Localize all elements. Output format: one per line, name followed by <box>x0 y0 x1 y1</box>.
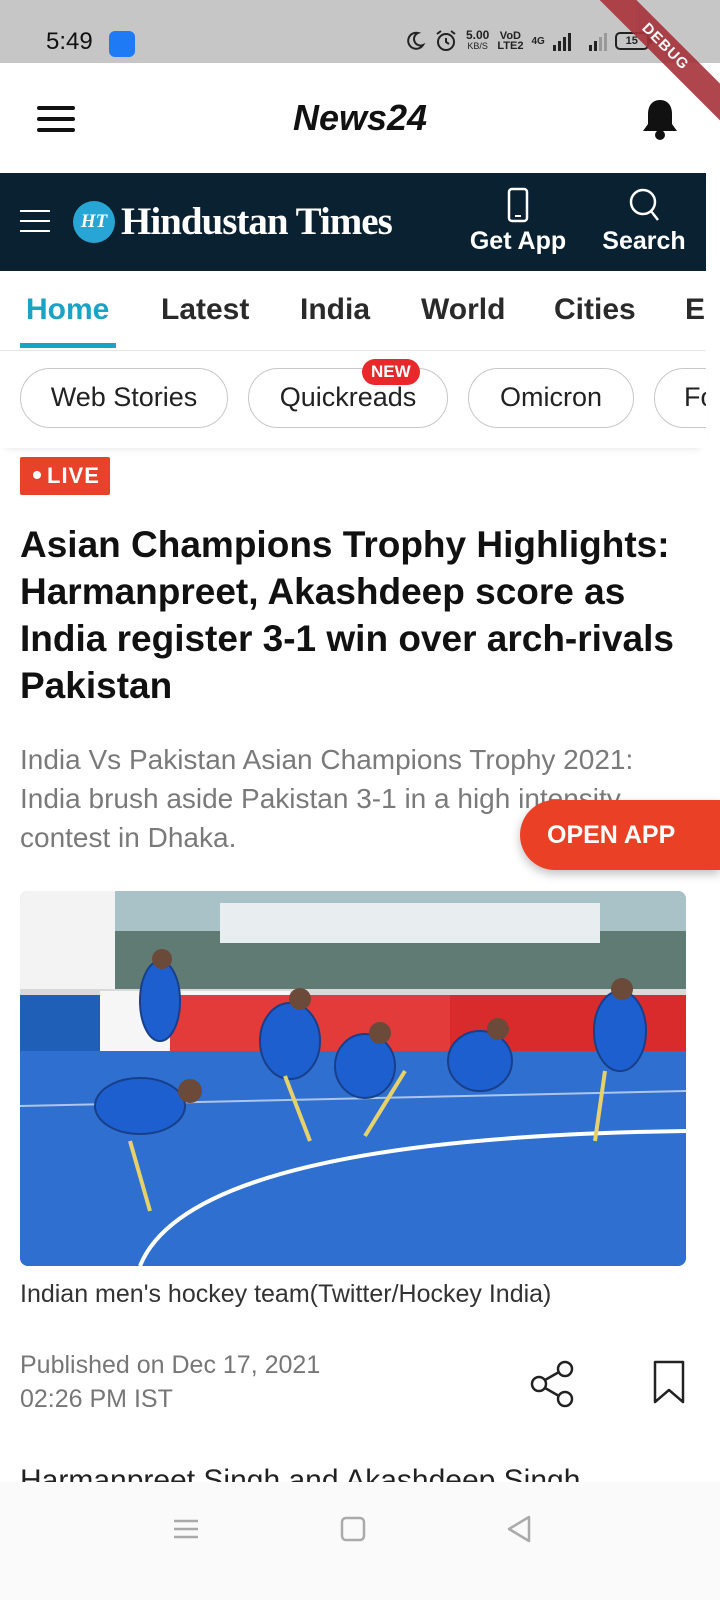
ht-logo-mark: HT <box>73 201 115 243</box>
topic-chips: Web Stories Quickreads Omicron Fo NEW <box>0 352 706 448</box>
tab-india[interactable]: India <box>300 293 370 327</box>
android-notification-icon <box>109 31 135 57</box>
ht-logo-text: Hindustan Times <box>121 200 393 243</box>
tab-latest[interactable]: Latest <box>161 293 249 327</box>
article-headline[interactable]: Asian Champions Trophy Highlights: Harma… <box>20 521 690 709</box>
open-app-button[interactable]: OPEN APP <box>520 800 720 870</box>
image-caption: Indian men's hockey team(Twitter/Hockey … <box>20 1280 552 1308</box>
tab-entertainment[interactable]: Er <box>685 293 706 327</box>
network-speed: 5.00 KB/S <box>466 28 490 51</box>
system-navigation-bar <box>0 1482 720 1600</box>
bell-icon[interactable] <box>640 97 680 141</box>
app-bar: News24 <box>0 63 720 173</box>
chip-fo[interactable]: Fo <box>654 368 706 428</box>
signal-icon <box>552 31 571 51</box>
chip-web-stories[interactable]: Web Stories <box>20 368 228 428</box>
ht-menu-icon[interactable] <box>20 210 50 234</box>
recents-icon[interactable] <box>169 1512 203 1546</box>
article-body-peek: Harmanpreet Singh and Akashdeep Singh <box>20 1464 581 1482</box>
live-badge: LIVE <box>20 457 110 495</box>
share-icon[interactable] <box>530 1360 576 1408</box>
tab-world[interactable]: World <box>421 293 505 327</box>
status-time: 5:49 <box>46 28 93 55</box>
publisher-header: HT Hindustan Times Get App Search <box>0 173 706 271</box>
new-badge: NEW <box>362 359 420 385</box>
published-date: Published on Dec 17, 2021 02:26 PM IST <box>20 1351 321 1413</box>
moon-icon <box>407 31 426 50</box>
active-tab-indicator <box>20 343 116 348</box>
home-icon[interactable] <box>336 1512 370 1546</box>
alarm-icon <box>436 30 456 51</box>
back-icon[interactable] <box>503 1512 537 1546</box>
app-title: News24 <box>292 97 428 138</box>
tab-home[interactable]: Home <box>26 293 109 327</box>
search-icon <box>629 188 659 221</box>
signal-2-icon <box>588 31 607 51</box>
network-type: 4G <box>531 35 545 47</box>
search-button[interactable]: Search <box>598 187 690 256</box>
tab-cities[interactable]: Cities <box>554 293 636 327</box>
phone-icon <box>507 187 529 223</box>
search-label: Search <box>602 227 686 255</box>
article-hero-image[interactable] <box>20 891 686 1266</box>
chip-omicron[interactable]: Omicron <box>468 368 634 428</box>
section-tabs: Home Latest India World Cities Er <box>0 271 706 351</box>
volte-indicator: VoD LTE2 <box>497 30 524 52</box>
get-app-label: Get App <box>469 227 567 255</box>
get-app-button[interactable]: Get App <box>468 187 568 256</box>
status-icons: 5.00 KB/S VoD LTE2 4G 15 <box>404 26 652 56</box>
bookmark-icon[interactable] <box>652 1360 686 1404</box>
status-bar: 5:49 5.00 KB/S VoD LTE2 4G 15 DEBUG <box>0 0 720 124</box>
